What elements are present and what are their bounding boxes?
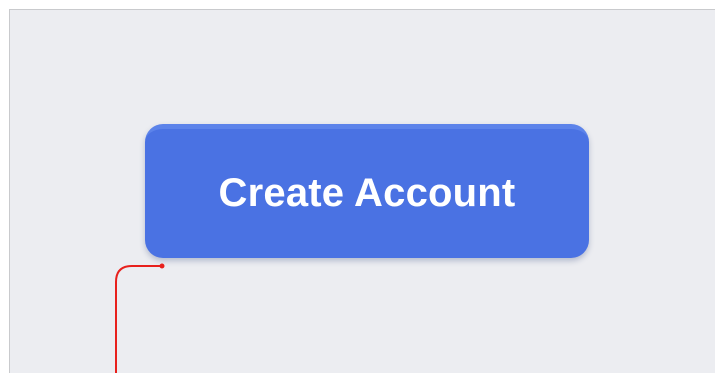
- canvas: Create Account: [9, 9, 715, 373]
- annotation-anchor-dot: [159, 263, 165, 269]
- annotation-connector: [115, 265, 160, 373]
- create-account-button[interactable]: Create Account: [145, 124, 589, 258]
